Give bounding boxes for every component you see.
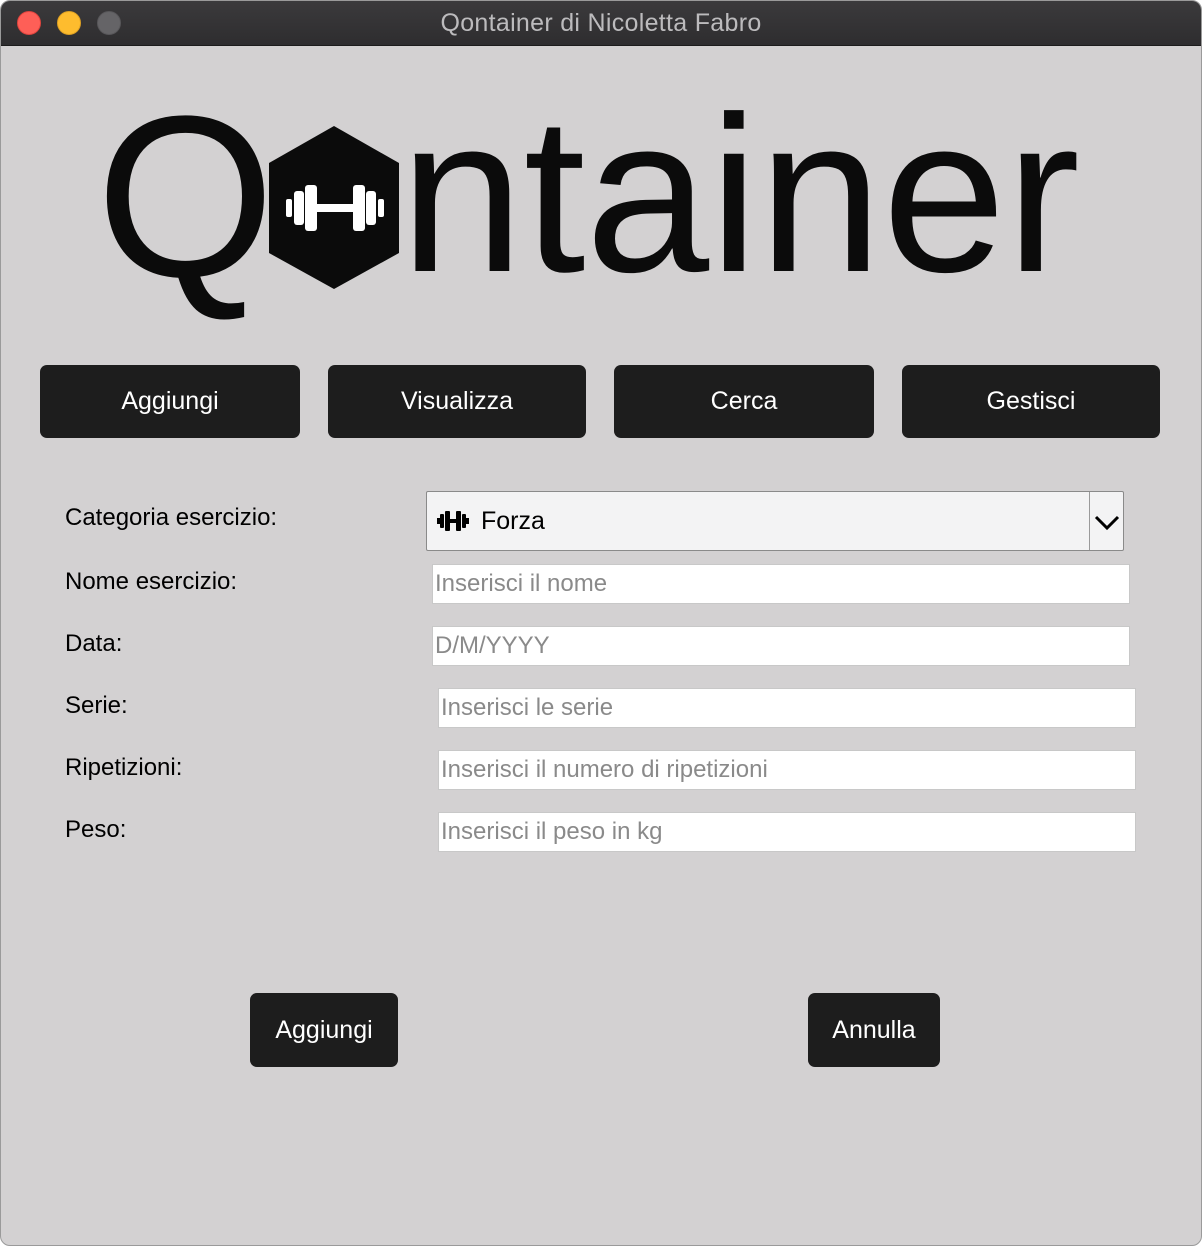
logo-text-ntainer: ntainer [400, 96, 1080, 319]
chevron-down-icon [1094, 515, 1120, 531]
name-label: Nome esercizio: [65, 568, 238, 595]
reps-input[interactable] [438, 750, 1136, 790]
weight-input[interactable] [438, 812, 1136, 852]
nav-visualizza-button[interactable]: Visualizza [328, 365, 586, 438]
name-input[interactable] [432, 564, 1130, 604]
window-title: Qontainer di Nicoletta Fabro [440, 9, 762, 37]
sets-label: Serie: [65, 692, 128, 719]
reps-label: Ripetizioni: [65, 754, 183, 781]
dumbbell-icon [437, 511, 469, 531]
nav-cerca-button[interactable]: Cerca [614, 365, 874, 438]
qontainer-logo: Q ntainer [96, 96, 1080, 325]
weight-label: Peso: [65, 816, 127, 843]
category-value: Forza [481, 507, 545, 535]
add-button[interactable]: Aggiungi [250, 993, 398, 1067]
app-window: Qontainer di Nicoletta Fabro Q ntainer A… [0, 0, 1202, 1246]
date-label: Data: [65, 630, 123, 657]
dropdown-arrow[interactable] [1089, 492, 1123, 550]
logo-text-q: Q [96, 96, 275, 325]
nav-aggiungi-button[interactable]: Aggiungi [40, 365, 300, 438]
category-label: Categoria esercizio: [65, 504, 278, 531]
title-bar: Qontainer di Nicoletta Fabro [1, 1, 1201, 46]
dumbbell-hexagon-icon [269, 126, 399, 289]
nav-gestisci-button[interactable]: Gestisci [902, 365, 1160, 438]
category-select[interactable]: Forza [426, 491, 1124, 551]
sets-input[interactable] [438, 688, 1136, 728]
date-input[interactable] [432, 626, 1130, 666]
cancel-button[interactable]: Annulla [808, 993, 940, 1067]
